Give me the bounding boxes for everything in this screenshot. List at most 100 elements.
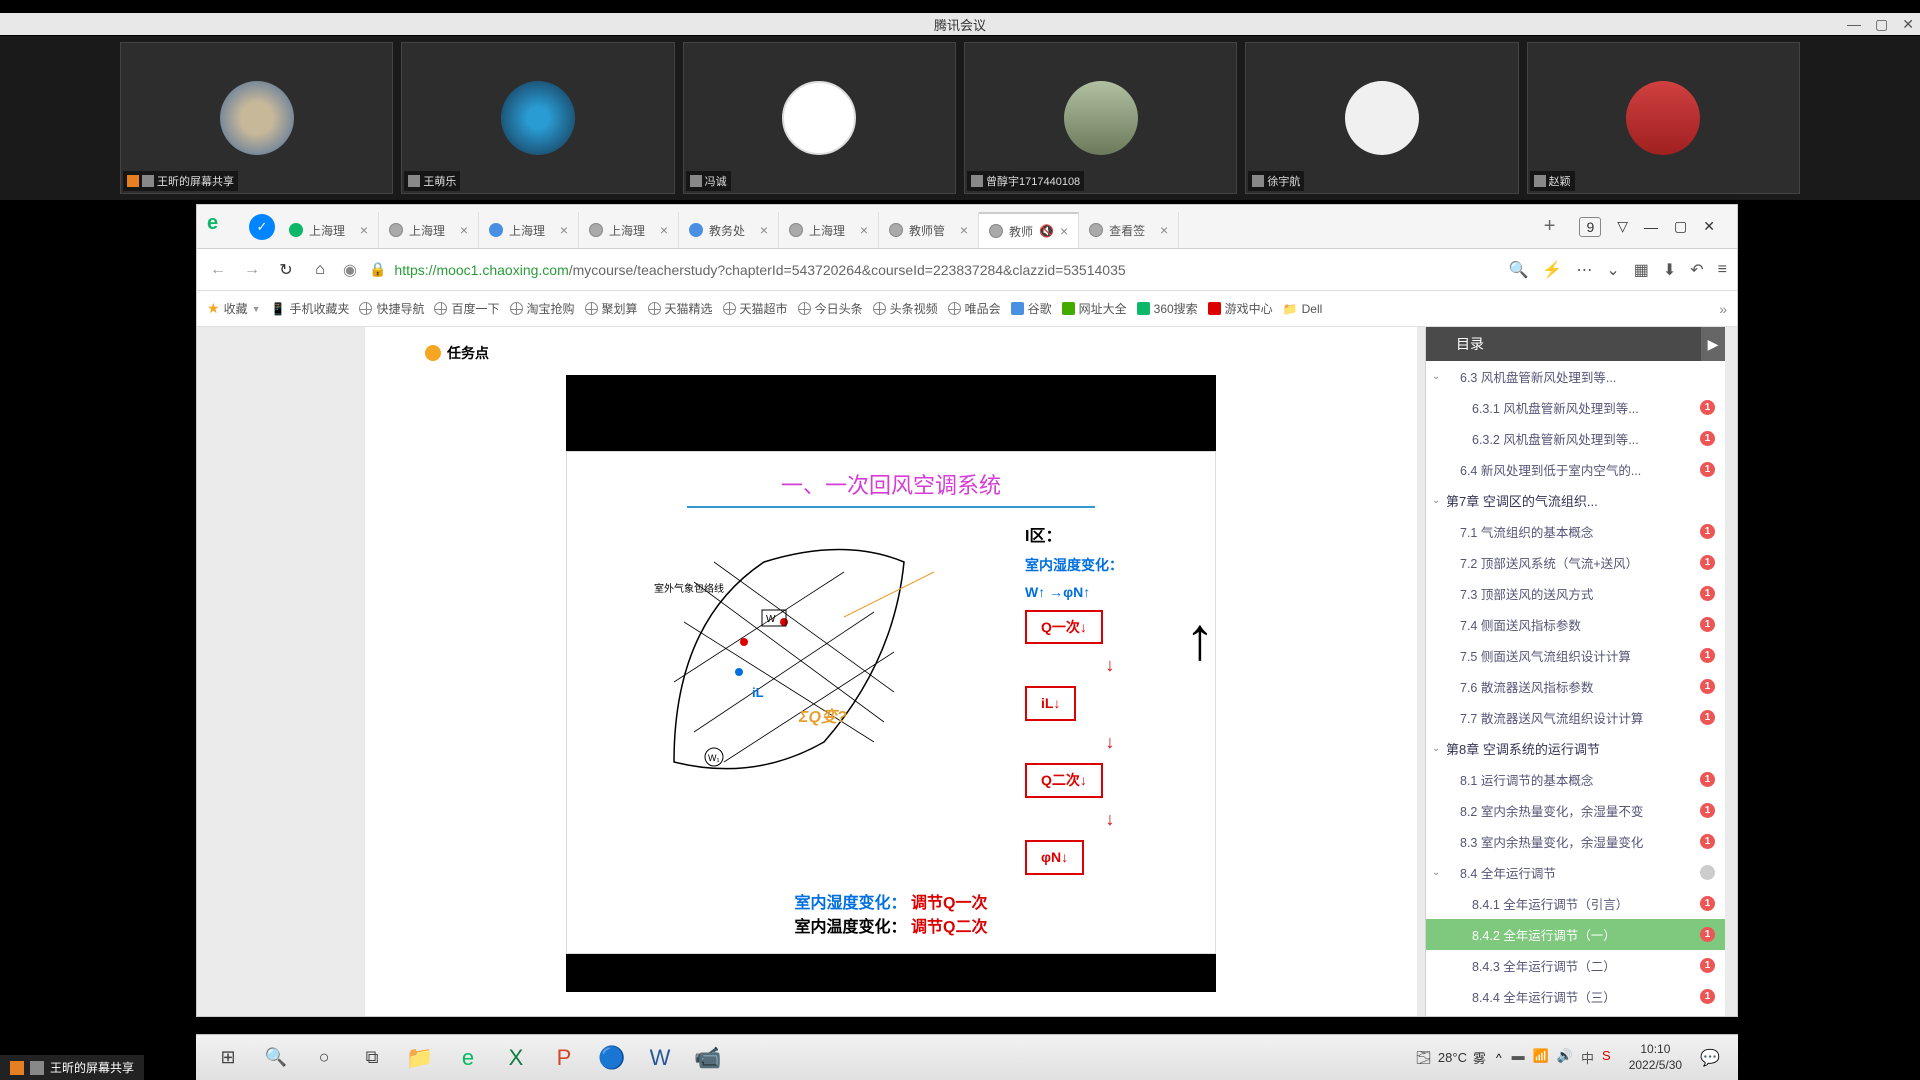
video-tile[interactable]: 赵颖: [1527, 42, 1800, 194]
browser-minimize-icon[interactable]: —: [1644, 219, 1658, 235]
word-icon[interactable]: W: [636, 1039, 684, 1077]
bookmark-item[interactable]: 淘宝抢购: [510, 300, 575, 317]
bookmark-item[interactable]: 📱手机收藏夹: [271, 300, 350, 317]
bookmark-item[interactable]: 天猫超市: [723, 300, 788, 317]
browser-tab[interactable]: 上海理×: [479, 212, 579, 248]
start-button[interactable]: ⊞: [204, 1039, 252, 1077]
browser-tab[interactable]: 上海理×: [779, 212, 879, 248]
tencent-meeting-icon[interactable]: 📹: [684, 1039, 732, 1077]
bookmark-item[interactable]: 唯品会: [948, 300, 1001, 317]
reload-button[interactable]: ↻: [275, 260, 297, 280]
toc-item[interactable]: 7.1 气流组织的基本概念1: [1426, 516, 1725, 547]
toc-item[interactable]: ⌄8.4 全年运行调节: [1426, 857, 1725, 888]
browser-tab[interactable]: 教师🔇×: [979, 212, 1079, 248]
task-view-button[interactable]: ⧉: [348, 1039, 396, 1077]
download-icon[interactable]: ⬇: [1663, 260, 1676, 280]
browser-logo-icon[interactable]: e: [207, 212, 237, 242]
forward-button[interactable]: →: [241, 261, 263, 279]
toc-item[interactable]: 8.4.4 全年运行调节（三）1: [1426, 981, 1725, 1012]
browser-tab[interactable]: 教务处×: [679, 212, 779, 248]
wifi-icon[interactable]: 📶: [1533, 1048, 1549, 1067]
toc-item[interactable]: 8.4.3 全年运行调节（二）1: [1426, 950, 1725, 981]
bookmark-item[interactable]: 📁Dell: [1283, 300, 1323, 317]
toc-item[interactable]: 7.4 侧面送风指标参数1: [1426, 609, 1725, 640]
filter-icon[interactable]: ▽: [1617, 218, 1628, 235]
bookmark-item[interactable]: 谷歌: [1011, 300, 1052, 317]
tab-close-icon[interactable]: ×: [1160, 222, 1168, 238]
back-button[interactable]: ←: [207, 261, 229, 279]
video-tile[interactable]: 王昕的屏幕共享: [120, 42, 393, 194]
toc-item[interactable]: ⌄第7章 空调区的气流组织...: [1426, 485, 1725, 516]
toc-item[interactable]: 8.3 室内余热量变化，余湿量变化1: [1426, 826, 1725, 857]
tab-close-icon[interactable]: ×: [360, 222, 368, 238]
sogou-icon[interactable]: S: [1602, 1048, 1611, 1067]
toc-collapse-button[interactable]: ▶: [1701, 327, 1725, 361]
browser-tab[interactable]: 上海理×: [579, 212, 679, 248]
browser-maximize-icon[interactable]: ▢: [1674, 218, 1687, 235]
close-icon[interactable]: ✕: [1902, 16, 1914, 33]
maximize-icon[interactable]: ▢: [1875, 16, 1888, 33]
toc-item[interactable]: 8.4.2 全年运行调节（一）1: [1426, 919, 1725, 950]
bookmark-item[interactable]: 百度一下: [434, 300, 499, 317]
bookmark-item[interactable]: 快捷导航: [359, 300, 424, 317]
new-tab-button[interactable]: +: [1532, 215, 1568, 238]
notifications-icon[interactable]: 💬: [1700, 1048, 1720, 1068]
tab-close-icon[interactable]: ×: [660, 222, 668, 238]
browser-icon[interactable]: e: [444, 1039, 492, 1077]
bookmark-item[interactable]: 游戏中心: [1208, 300, 1273, 317]
restore-icon[interactable]: ↶: [1690, 260, 1703, 280]
tab-close-icon[interactable]: ×: [760, 222, 768, 238]
toc-item[interactable]: 6.3.1 风机盘管新风处理到等...1: [1426, 392, 1725, 423]
bookmark-item[interactable]: 头条视频: [873, 300, 938, 317]
menu-icon[interactable]: ≡: [1718, 261, 1727, 279]
toc-item[interactable]: ⌄6.3 风机盘管新风处理到等...: [1426, 361, 1725, 392]
chrome-icon[interactable]: 🔵: [588, 1039, 636, 1077]
chevron-down-icon[interactable]: ⌄: [1606, 260, 1619, 280]
toc-item[interactable]: 7.6 散流器送风指标参数1: [1426, 671, 1725, 702]
clock[interactable]: 10:10 2022/5/30: [1621, 1042, 1690, 1073]
minimize-icon[interactable]: —: [1847, 16, 1861, 32]
volume-icon[interactable]: 🔊: [1557, 1048, 1573, 1067]
browser-tab[interactable]: 上海理×: [379, 212, 479, 248]
home-button[interactable]: ⌂: [309, 261, 331, 279]
excel-icon[interactable]: X: [492, 1039, 540, 1077]
toc-item[interactable]: 7.2 顶部送风系统（气流+送风）1: [1426, 547, 1725, 578]
bookmarks-overflow-icon[interactable]: »: [1719, 301, 1727, 317]
toc-item[interactable]: 7.7 散流器送风气流组织设计计算1: [1426, 702, 1725, 733]
toc-item[interactable]: 6.4 新风处理到低于室内空气的...1: [1426, 454, 1725, 485]
ime-icon[interactable]: 中: [1581, 1048, 1594, 1067]
url-input[interactable]: 🔒 https://mooc1.chaoxing.com/mycourse/te…: [369, 261, 1497, 278]
toc-item[interactable]: 8.2 室内余热量变化，余湿量不变1: [1426, 795, 1725, 826]
browser-tab[interactable]: 上海理×: [279, 212, 379, 248]
scrollbar[interactable]: [1725, 327, 1737, 1016]
tab-close-icon[interactable]: ×: [1060, 223, 1068, 239]
bookmark-item[interactable]: 今日头条: [798, 300, 863, 317]
video-player[interactable]: 一、一次回风空调系统: [566, 375, 1216, 992]
browser-close-icon[interactable]: ✕: [1703, 218, 1715, 235]
bookmark-item[interactable]: 360搜索: [1137, 300, 1198, 317]
powerpoint-icon[interactable]: P: [540, 1039, 588, 1077]
toc-item[interactable]: 7.5 侧面送风气流组织设计计算1: [1426, 640, 1725, 671]
tab-count-badge[interactable]: 9: [1579, 217, 1601, 237]
video-tile[interactable]: 曾醇宇1717440108: [964, 42, 1237, 194]
more-icon[interactable]: ⋯: [1576, 260, 1592, 280]
tab-close-icon[interactable]: ×: [960, 222, 968, 238]
apps-icon[interactable]: ▦: [1634, 260, 1649, 280]
bookmark-item[interactable]: 聚划算: [585, 300, 638, 317]
search-button[interactable]: 🔍: [252, 1039, 300, 1077]
flash-icon[interactable]: ⚡: [1542, 260, 1562, 280]
video-tile[interactable]: 徐宇航: [1245, 42, 1518, 194]
search-icon[interactable]: 🔍: [1508, 260, 1528, 280]
bookmark-item[interactable]: 天猫精选: [648, 300, 713, 317]
toc-item[interactable]: 6.3.2 风机盘管新风处理到等...1: [1426, 423, 1725, 454]
tab-close-icon[interactable]: ×: [860, 222, 868, 238]
file-explorer-icon[interactable]: 📁: [396, 1039, 444, 1077]
video-tile[interactable]: 冯诚: [683, 42, 956, 194]
assistant-icon[interactable]: ✓: [249, 214, 275, 240]
browser-tab[interactable]: 查看签×: [1079, 212, 1179, 248]
toc-item[interactable]: ⌄第8章 空调系统的运行调节: [1426, 733, 1725, 764]
battery-icon[interactable]: ▬: [1512, 1048, 1525, 1067]
tab-mute-icon[interactable]: 🔇: [1039, 224, 1054, 238]
site-info-icon[interactable]: ◉: [343, 260, 357, 280]
toc-item[interactable]: 8.4.5 全年运行调节（四）1: [1426, 1012, 1725, 1016]
